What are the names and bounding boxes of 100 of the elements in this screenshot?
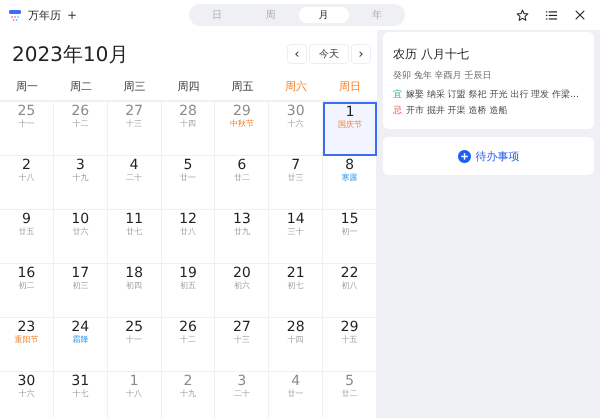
day-subtitle: 霜降 bbox=[72, 335, 88, 345]
day-number: 8 bbox=[345, 158, 354, 173]
day-subtitle: 十四 bbox=[288, 335, 304, 345]
day-cell[interactable]: 2 十八 bbox=[0, 156, 54, 210]
day-subtitle: 十六 bbox=[18, 389, 34, 399]
day-subtitle: 廿九 bbox=[234, 227, 250, 237]
day-number: 1 bbox=[130, 374, 139, 389]
day-cell[interactable]: 23 重阳节 bbox=[0, 318, 54, 372]
day-cell[interactable]: 6 廿二 bbox=[215, 156, 270, 210]
day-number: 9 bbox=[22, 212, 31, 227]
day-number: 15 bbox=[340, 212, 358, 227]
next-month-button[interactable]: › bbox=[351, 44, 371, 64]
day-cell[interactable]: 5 廿一 bbox=[162, 156, 216, 210]
day-number: 23 bbox=[18, 320, 36, 335]
day-number: 29 bbox=[340, 320, 358, 335]
day-number: 20 bbox=[232, 266, 251, 281]
day-cell[interactable]: 24 霜降 bbox=[54, 318, 108, 372]
day-number: 29 bbox=[232, 104, 251, 119]
day-cell[interactable]: 1 国庆节 bbox=[323, 102, 377, 156]
month-title: 2023年10月 bbox=[12, 40, 128, 68]
day-cell[interactable]: 12 廿八 bbox=[162, 210, 216, 264]
day-cell[interactable]: 11 廿七 bbox=[108, 210, 162, 264]
day-subtitle: 廿五 bbox=[18, 227, 34, 237]
day-subtitle: 十二 bbox=[72, 119, 88, 129]
day-number: 10 bbox=[71, 212, 90, 227]
day-subtitle: 重阳节 bbox=[14, 335, 38, 345]
day-subtitle: 二十 bbox=[234, 389, 250, 399]
day-subtitle: 三十 bbox=[288, 227, 304, 237]
todo-button[interactable]: 待办事项 bbox=[383, 137, 594, 175]
day-cell[interactable]: 30 十六 bbox=[0, 372, 54, 418]
ganzhi-text: 癸卯 兔年 辛酉月 壬辰日 bbox=[393, 70, 493, 82]
day-subtitle: 廿一 bbox=[180, 173, 196, 183]
day-number: 4 bbox=[130, 158, 139, 173]
day-subtitle: 十八 bbox=[126, 389, 142, 399]
view-tab[interactable]: 月 bbox=[298, 7, 349, 23]
weekday-label: 周四 bbox=[176, 78, 200, 94]
day-number: 13 bbox=[232, 212, 251, 227]
day-cell[interactable]: 25 十一 bbox=[108, 318, 162, 372]
today-button[interactable]: 今天 bbox=[309, 44, 349, 64]
day-number: 31 bbox=[71, 374, 90, 389]
add-button[interactable]: + bbox=[67, 8, 78, 22]
day-cell[interactable]: 4 二十 bbox=[108, 156, 162, 210]
omen-items: 开市 掘井 开渠 造桥 造船 bbox=[406, 104, 508, 117]
previous-month-button[interactable]: ‹ bbox=[287, 44, 307, 64]
day-subtitle: 十三 bbox=[234, 335, 250, 345]
day-subtitle: 十九 bbox=[72, 173, 88, 183]
day-subtitle: 初三 bbox=[72, 281, 88, 291]
day-subtitle: 廿三 bbox=[288, 173, 304, 183]
day-number: 6 bbox=[237, 158, 246, 173]
day-cell[interactable]: 10 廿六 bbox=[54, 210, 108, 264]
day-subtitle: 初一 bbox=[342, 227, 358, 237]
day-subtitle: 初六 bbox=[234, 281, 250, 291]
day-number: 25 bbox=[125, 320, 144, 335]
star-icon[interactable] bbox=[516, 8, 529, 22]
day-subtitle: 廿二 bbox=[234, 173, 250, 183]
day-number: 28 bbox=[179, 104, 197, 119]
day-number: 19 bbox=[179, 266, 197, 281]
day-subtitle: 初七 bbox=[288, 281, 304, 291]
day-number: 18 bbox=[125, 266, 144, 281]
weekday-label: 周二 bbox=[68, 78, 93, 94]
list-icon[interactable] bbox=[545, 8, 558, 22]
day-subtitle: 十九 bbox=[180, 389, 196, 399]
day-cell[interactable]: 3 十九 bbox=[54, 156, 108, 210]
day-subtitle: 十三 bbox=[126, 119, 142, 129]
day-cell[interactable]: 18 初四 bbox=[108, 264, 162, 318]
day-number: 11 bbox=[125, 212, 144, 227]
day-cell[interactable]: 16 初二 bbox=[0, 264, 54, 318]
weekday-label: 周一 bbox=[14, 78, 39, 94]
day-number: 16 bbox=[18, 266, 36, 281]
day-cell[interactable]: 9 廿五 bbox=[0, 210, 54, 264]
day-number: 27 bbox=[232, 320, 251, 335]
day-cell[interactable]: 17 初三 bbox=[54, 264, 108, 318]
day-number: 26 bbox=[71, 104, 90, 119]
day-subtitle: 十五 bbox=[342, 335, 358, 345]
day-cell[interactable]: 21 初七 bbox=[269, 264, 324, 318]
day-subtitle: 二十 bbox=[126, 173, 142, 183]
weekday-label: 周三 bbox=[122, 78, 147, 94]
omen-mark: 宜 bbox=[393, 88, 402, 101]
day-subtitle: 十六 bbox=[288, 119, 304, 129]
day-number: 24 bbox=[71, 320, 90, 335]
day-cell[interactable]: 20 初六 bbox=[215, 264, 270, 318]
day-cell[interactable]: 7 廿三 bbox=[269, 156, 324, 210]
day-number: 7 bbox=[291, 158, 300, 173]
day-cell[interactable]: 13 廿九 bbox=[215, 210, 270, 264]
day-cell[interactable]: 31 十七 bbox=[54, 372, 108, 418]
day-cell[interactable]: 14 三十 bbox=[269, 210, 324, 264]
day-cell[interactable]: 19 初五 bbox=[162, 264, 216, 318]
close-icon[interactable] bbox=[574, 9, 586, 21]
day-number: 5 bbox=[345, 374, 354, 389]
day-number: 1 bbox=[346, 105, 355, 120]
day-cell[interactable]: 26 十二 bbox=[162, 318, 216, 372]
weekday-label: 周六 bbox=[284, 78, 308, 94]
plus-circle-icon bbox=[458, 150, 470, 162]
day-subtitle: 国庆节 bbox=[338, 120, 362, 130]
day-subtitle: 十七 bbox=[72, 389, 88, 399]
day-subtitle: 寒露 bbox=[342, 173, 358, 183]
day-cell[interactable]: 27 十三 bbox=[215, 318, 270, 372]
day-subtitle: 初五 bbox=[180, 281, 196, 291]
day-number: 30 bbox=[18, 374, 36, 389]
day-cell[interactable]: 28 十四 bbox=[269, 318, 324, 372]
